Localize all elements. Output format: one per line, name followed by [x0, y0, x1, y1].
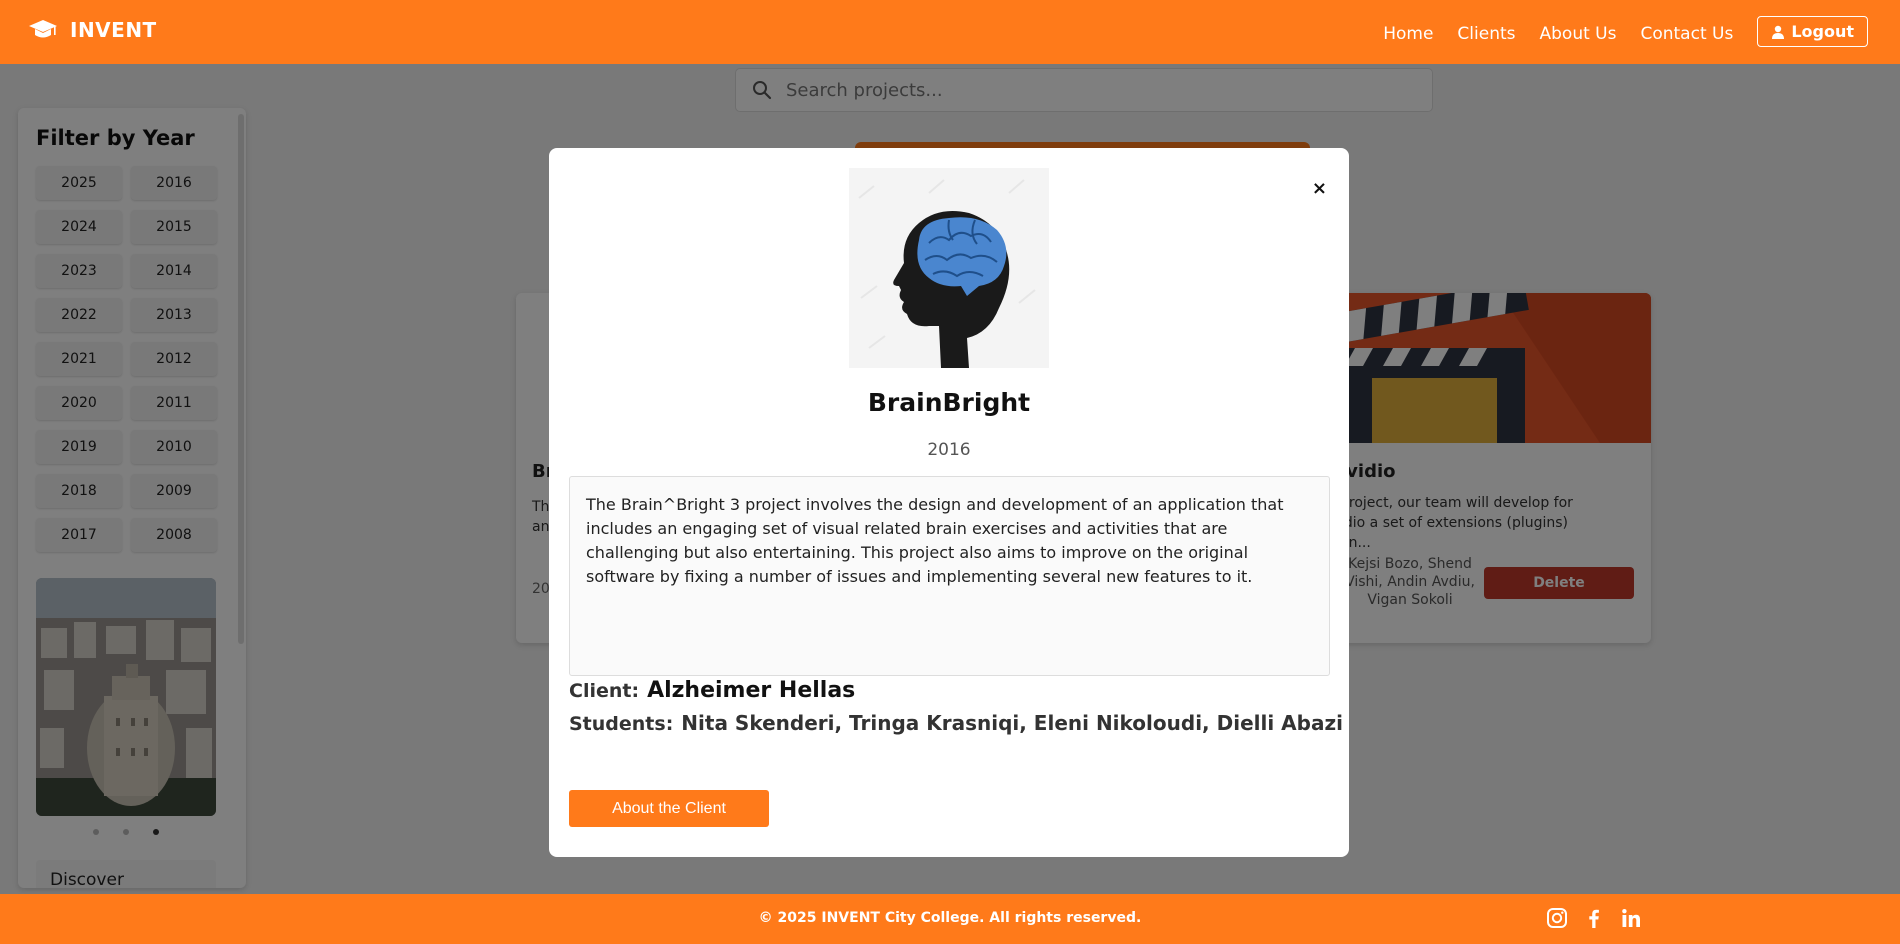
- client-name: Alzheimer Hellas: [647, 678, 856, 703]
- logout-button[interactable]: Logout: [1757, 16, 1868, 47]
- project-year: 2016: [927, 440, 971, 460]
- nav-clients[interactable]: Clients: [1457, 24, 1515, 44]
- footer: © 2025 INVENT City College. All rights r…: [0, 894, 1900, 944]
- instagram-icon[interactable]: [1546, 907, 1568, 929]
- linkedin-icon[interactable]: [1620, 907, 1642, 929]
- students-label: Students:: [569, 713, 674, 735]
- nav-about-us[interactable]: About Us: [1540, 24, 1617, 44]
- graduation-cap-icon: [29, 20, 57, 38]
- brand-name: INVENT: [70, 18, 157, 42]
- top-navbar: INVENT Home Clients About Us Contact Us …: [0, 0, 1900, 64]
- facebook-icon[interactable]: [1583, 907, 1605, 929]
- students-row: Students: Nita Skenderi, Tringa Krasniqi…: [569, 711, 1343, 735]
- brain-image: [849, 168, 1049, 368]
- close-icon[interactable]: ×: [1312, 178, 1327, 199]
- project-title: BrainBright: [867, 388, 1031, 417]
- client-label: Client:: [569, 680, 640, 702]
- brand[interactable]: INVENT: [28, 18, 157, 42]
- client-row: Client: Alzheimer Hellas: [569, 678, 855, 703]
- about-client-button[interactable]: About the Client: [569, 790, 769, 827]
- nav-contact-us[interactable]: Contact Us: [1640, 24, 1733, 44]
- nav-home[interactable]: Home: [1383, 24, 1433, 44]
- project-details-modal: × BrainBright 2016 The Brain^Bright 3 pr…: [549, 148, 1349, 857]
- students-names: Nita Skenderi, Tringa Krasniqi, Eleni Ni…: [681, 711, 1343, 735]
- main-nav: Home Clients About Us Contact Us Logout: [1383, 16, 1868, 47]
- logout-label: Logout: [1791, 22, 1854, 41]
- project-description: The Brain^Bright 3 project involves the …: [569, 476, 1330, 676]
- user-icon: [1772, 25, 1785, 39]
- social-links: [1546, 907, 1642, 929]
